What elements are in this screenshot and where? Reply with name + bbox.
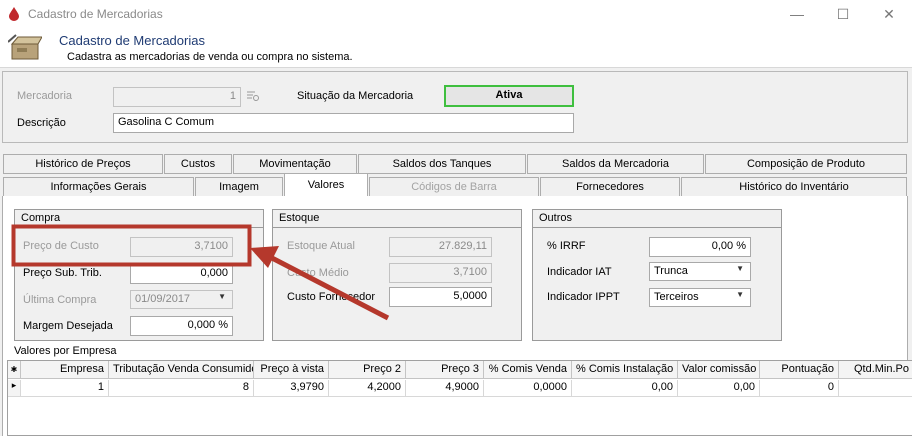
estoque-group-title: Estoque	[273, 210, 521, 228]
estoque-atual-label: Estoque Atual	[287, 240, 355, 252]
margem-input[interactable]: 0,000 %	[130, 316, 233, 336]
header-subtitle: Cadastra as mercadorias de venda ou comp…	[67, 51, 353, 63]
tab-codigos-barra[interactable]: Códigos de Barra	[369, 177, 539, 197]
descricao-label: Descrição	[17, 117, 66, 129]
preco-custo-input[interactable]: 3,7100	[130, 237, 233, 257]
cell-valor-comissao[interactable]: 0,00	[678, 380, 760, 397]
box-icon	[8, 34, 42, 60]
indicador-ippt-select[interactable]: Terceiros ▼	[649, 288, 751, 307]
tab-fornecedores[interactable]: Fornecedores	[540, 177, 680, 197]
tab-saldos-mercadoria[interactable]: Saldos da Mercadoria	[527, 154, 704, 174]
tab-informacoes-gerais[interactable]: Informações Gerais	[3, 177, 194, 197]
form-header: Cadastro de Mercadorias Cadastra as merc…	[0, 28, 912, 68]
header-title: Cadastro de Mercadorias	[59, 33, 205, 48]
ultima-compra-label: Última Compra	[23, 294, 97, 306]
situacao-status[interactable]: Ativa	[444, 85, 574, 107]
close-button[interactable]: ✕	[866, 0, 912, 28]
descricao-input[interactable]: Gasolina C Comum	[113, 113, 574, 133]
cell-empresa[interactable]: 1	[21, 380, 109, 397]
indicador-iat-select[interactable]: Trunca ▼	[649, 262, 751, 281]
cell-qtd-min[interactable]	[839, 380, 912, 397]
cell-preco-2[interactable]: 4,2000	[329, 380, 406, 397]
situacao-label: Situação da Mercadoria	[297, 90, 414, 102]
cell-pontuacao[interactable]: 0	[760, 380, 839, 397]
tab-historico-precos[interactable]: Histórico de Preços	[3, 154, 163, 174]
tab-historico-inventario[interactable]: Histórico do Inventário	[681, 177, 907, 197]
tab-valores[interactable]: Valores	[284, 173, 368, 198]
mercadoria-label: Mercadoria	[17, 90, 73, 102]
preco-sub-trib-label: Preço Sub. Trib.	[23, 267, 102, 279]
custo-fornecedor-input[interactable]: 5,0000	[389, 287, 492, 307]
compra-group: Compra Preço de Custo 3,7100 Preço Sub. …	[14, 209, 264, 341]
indicador-iat-value: Trunca	[654, 265, 688, 277]
outros-group: Outros % IRRF 0,00 % Indicador IAT Trunc…	[532, 209, 782, 341]
col-empresa[interactable]: Empresa	[21, 361, 109, 379]
irrf-input[interactable]: 0,00 %	[649, 237, 751, 257]
indicador-ippt-value: Terceiros	[654, 291, 699, 303]
window-title: Cadastro de Mercadorias	[28, 7, 163, 21]
col-tributacao[interactable]: Tributação Venda Consumidor	[109, 361, 254, 379]
compra-group-title: Compra	[15, 210, 263, 228]
outros-group-title: Outros	[533, 210, 781, 228]
col-preco-vista[interactable]: Preço à vista	[254, 361, 329, 379]
tab-custos[interactable]: Custos	[164, 154, 232, 174]
tab-saldos-tanques[interactable]: Saldos dos Tanques	[358, 154, 526, 174]
cell-preco-vista[interactable]: 3,9790	[254, 380, 329, 397]
app-drop-icon	[9, 7, 19, 21]
margem-label: Margem Desejada	[23, 320, 113, 332]
irrf-label: % IRRF	[547, 240, 586, 252]
ultima-compra-value: 01/09/2017	[135, 293, 191, 305]
col-comis-instalacao[interactable]: % Comis Instalação	[572, 361, 678, 379]
col-comis-venda[interactable]: % Comis Venda	[484, 361, 572, 379]
tab-imagem[interactable]: Imagem	[195, 177, 283, 197]
estoque-atual-input[interactable]: 27.829,11	[389, 237, 492, 257]
col-preco-3[interactable]: Preço 3	[406, 361, 484, 379]
tab-composicao-produto[interactable]: Composição de Produto	[705, 154, 907, 174]
cell-tributacao[interactable]: 8	[109, 380, 254, 397]
col-qtd-min[interactable]: Qtd.Min.Po	[839, 361, 912, 379]
mercadoria-input[interactable]: 1	[113, 87, 241, 107]
custo-medio-label: Custo Médio	[287, 267, 349, 279]
chevron-down-icon: ▼	[218, 292, 226, 301]
ultima-compra-date[interactable]: 01/09/2017 ▼	[130, 290, 233, 309]
col-preco-2[interactable]: Preço 2	[329, 361, 406, 379]
custo-medio-input[interactable]: 3,7100	[389, 263, 492, 283]
chevron-down-icon: ▼	[736, 264, 744, 273]
indicador-ippt-label: Indicador IPPT	[547, 291, 620, 303]
tab-movimentacao[interactable]: Movimentação	[233, 154, 357, 174]
minimize-button[interactable]: —	[774, 0, 820, 28]
identification-panel: Mercadoria 1 Situação da Mercadoria Ativ…	[2, 71, 908, 143]
cell-comis-venda[interactable]: 0,0000	[484, 380, 572, 397]
indicador-iat-label: Indicador IAT	[547, 266, 612, 278]
cell-preco-3[interactable]: 4,9000	[406, 380, 484, 397]
preco-custo-label: Preço de Custo	[23, 240, 99, 252]
valores-empresa-grid: ✱ Empresa Tributação Venda Consumidor Pr…	[7, 360, 912, 436]
chevron-down-icon: ▼	[736, 290, 744, 299]
maximize-button[interactable]: ☐	[820, 0, 866, 28]
grid-select-all-icon[interactable]: ✱	[8, 361, 21, 379]
col-pontuacao[interactable]: Pontuação	[760, 361, 839, 379]
cell-comis-instalacao[interactable]: 0,00	[572, 380, 678, 397]
row-indicator-icon: ▸	[8, 380, 21, 397]
grid-title: Valores por Empresa	[14, 345, 117, 357]
custo-fornecedor-label: Custo Fornecedor	[287, 291, 376, 303]
col-valor-comissao[interactable]: Valor comissão	[678, 361, 760, 379]
estoque-group: Estoque Estoque Atual 27.829,11 Custo Mé…	[272, 209, 522, 341]
search-list-icon[interactable]	[246, 89, 260, 103]
title-bar: Cadastro de Mercadorias — ☐ ✕	[0, 0, 912, 28]
preco-sub-trib-input[interactable]: 0,000	[130, 264, 233, 284]
